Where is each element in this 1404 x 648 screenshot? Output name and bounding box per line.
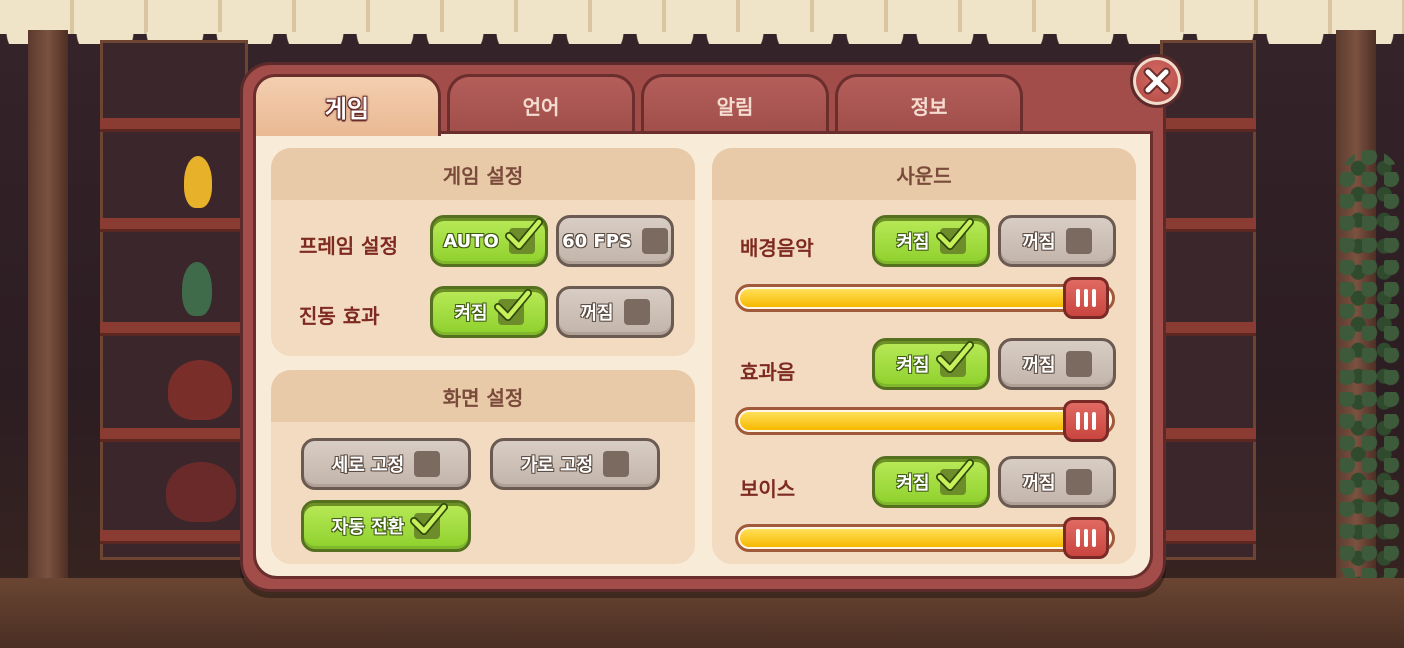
button-label: 세로 고정	[331, 455, 405, 476]
button-label: 꺼짐	[1022, 355, 1056, 376]
voice-on-button[interactable]: 켜짐	[872, 456, 990, 508]
checkbox-empty-icon	[623, 299, 650, 325]
button-label: 자동 전환	[331, 517, 405, 538]
checkbox-empty-icon	[1065, 469, 1092, 495]
frame-60fps-button[interactable]: 60 FPS	[556, 215, 674, 267]
grip-lines-icon	[1092, 529, 1096, 547]
shelf	[100, 218, 248, 232]
button-label: 켜짐	[896, 473, 930, 494]
bgm-label: 배경음악	[740, 236, 814, 260]
grip-lines-icon	[1076, 412, 1080, 430]
shelf	[1160, 218, 1256, 232]
frame-setting-label: 프레임 설정	[299, 234, 398, 258]
checkbox-empty-icon	[414, 451, 441, 477]
panel-title: 화면 설정	[271, 370, 695, 422]
portrait-lock-button[interactable]: 세로 고정	[301, 438, 471, 490]
vibration-on-button[interactable]: 켜짐	[430, 286, 548, 338]
shelf	[100, 322, 248, 336]
shelf	[100, 428, 248, 442]
check-icon	[935, 341, 974, 377]
shelf	[100, 118, 248, 132]
button-label: 60 FPS	[562, 230, 632, 252]
slider-handle[interactable]	[1063, 277, 1109, 319]
button-label: 켜짐	[454, 303, 488, 324]
sfx-volume-slider[interactable]	[735, 400, 1115, 442]
bgm-on-button[interactable]: 켜짐	[872, 215, 990, 267]
vine-decoration	[1340, 150, 1400, 590]
shop-item-decoration	[168, 360, 232, 420]
button-label: 켜짐	[896, 232, 930, 253]
grip-lines-icon	[1084, 529, 1088, 547]
plant-decoration	[184, 156, 212, 208]
tab-label: 언어	[522, 95, 560, 119]
check-icon	[493, 289, 532, 325]
check-icon	[935, 459, 974, 495]
shelf	[1160, 118, 1256, 132]
tab-label: 정보	[910, 95, 948, 119]
tab-label: 게임	[324, 95, 370, 123]
grip-lines-icon	[1084, 289, 1088, 307]
button-label: 꺼짐	[580, 303, 614, 324]
tab-game[interactable]: 게임	[253, 74, 441, 136]
close-x-icon	[1143, 67, 1171, 95]
grip-lines-icon	[1076, 529, 1080, 547]
check-icon	[410, 503, 449, 539]
sfx-on-button[interactable]: 켜짐	[872, 338, 990, 390]
slider-fill	[740, 289, 1091, 307]
sfx-label: 효과음	[740, 360, 796, 384]
plant-decoration	[182, 262, 212, 316]
tab-language[interactable]: 언어	[447, 74, 635, 134]
checkbox-empty-icon	[1065, 351, 1092, 377]
button-label: AUTO	[443, 230, 499, 252]
voice-volume-slider[interactable]	[735, 517, 1115, 559]
voice-label: 보이스	[740, 477, 796, 501]
shop-item-decoration	[166, 462, 236, 522]
sfx-off-button[interactable]: 꺼짐	[998, 338, 1116, 390]
settings-dialog: 게임 언어 알림 정보 게임 설정 프레임 설정 AUTO 60 FPS 진동 …	[240, 62, 1166, 592]
close-button[interactable]	[1130, 54, 1184, 108]
check-icon	[504, 218, 543, 254]
frame-auto-button[interactable]: AUTO	[430, 215, 548, 267]
tab-info[interactable]: 정보	[835, 74, 1023, 134]
slider-fill	[740, 529, 1091, 547]
slider-handle[interactable]	[1063, 517, 1109, 559]
slider-handle[interactable]	[1063, 400, 1109, 442]
settings-content: 게임 설정 프레임 설정 AUTO 60 FPS 진동 효과 켜짐 꺼짐 화면 …	[253, 131, 1153, 579]
bgm-off-button[interactable]: 꺼짐	[998, 215, 1116, 267]
vibration-label: 진동 효과	[299, 304, 380, 328]
panel-title: 사운드	[712, 148, 1136, 200]
voice-off-button[interactable]: 꺼짐	[998, 456, 1116, 508]
slider-fill	[740, 412, 1091, 430]
button-label: 꺼짐	[1022, 232, 1056, 253]
panel-title: 게임 설정	[271, 148, 695, 200]
shelf	[1160, 530, 1256, 544]
shelf	[1160, 322, 1256, 336]
bgm-volume-slider[interactable]	[735, 277, 1115, 319]
pillar	[28, 30, 68, 590]
button-label: 가로 고정	[520, 455, 594, 476]
shelf	[1160, 428, 1256, 442]
checkbox-empty-icon	[603, 451, 630, 477]
button-label: 켜짐	[896, 355, 930, 376]
auto-rotate-button[interactable]: 자동 전환	[301, 500, 471, 552]
grip-lines-icon	[1084, 412, 1088, 430]
grip-lines-icon	[1092, 289, 1096, 307]
button-label: 꺼짐	[1022, 473, 1056, 494]
shelf	[100, 530, 248, 544]
checkbox-empty-icon	[1065, 228, 1092, 254]
grip-lines-icon	[1092, 412, 1096, 430]
check-icon	[935, 218, 974, 254]
tab-notifications[interactable]: 알림	[641, 74, 829, 134]
tab-label: 알림	[716, 95, 754, 119]
landscape-lock-button[interactable]: 가로 고정	[490, 438, 660, 490]
awning	[0, 0, 1404, 44]
checkbox-empty-icon	[641, 228, 668, 254]
vibration-off-button[interactable]: 꺼짐	[556, 286, 674, 338]
grip-lines-icon	[1076, 289, 1080, 307]
